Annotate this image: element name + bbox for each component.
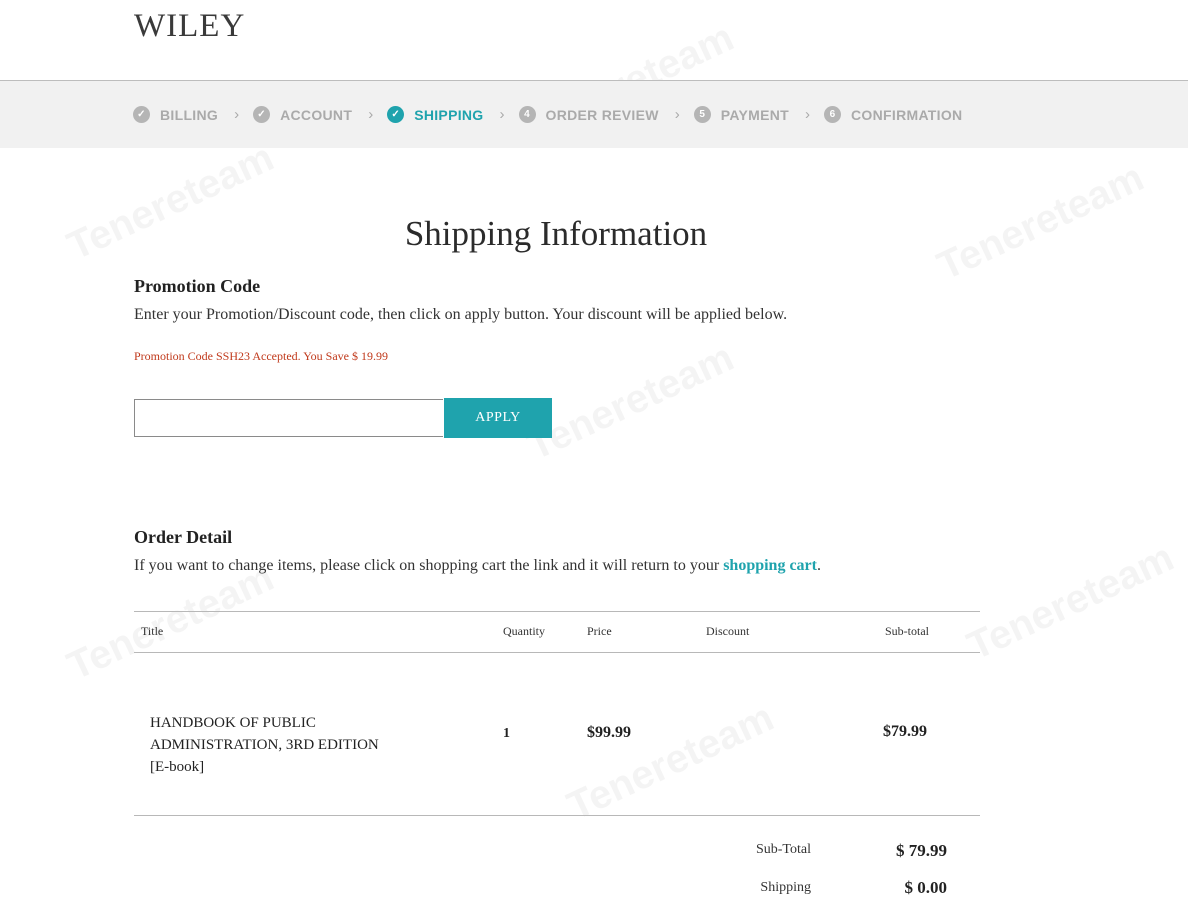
step-billing[interactable]: ✓ BILLING	[133, 106, 218, 123]
table-header-border	[134, 652, 980, 653]
check-circle-icon: ✓	[387, 106, 405, 123]
promo-code-input[interactable]	[134, 399, 443, 437]
table-top-border	[134, 611, 980, 612]
watermark: Tenereteam	[561, 695, 781, 829]
item-quantity: 1	[503, 726, 510, 741]
wiley-logo[interactable]: WILEY	[134, 8, 245, 45]
subtotal-value: $ 79.99	[896, 841, 947, 860]
step-order-review: 4 ORDER REVIEW	[518, 106, 659, 123]
step-confirmation: 6 CONFIRMATION	[824, 106, 962, 123]
column-header-subtotal: Sub-total	[885, 624, 929, 638]
chevron-right-icon: ›	[499, 106, 505, 123]
shopping-cart-link[interactable]: shopping cart	[723, 557, 817, 574]
chevron-right-icon: ›	[674, 106, 680, 123]
subtotal-label: Sub-Total	[755, 842, 811, 857]
order-detail-heading: Order Detail	[134, 527, 233, 547]
step-number-icon: 6	[824, 106, 842, 123]
column-header-title: Title	[141, 624, 164, 638]
column-header-price: Price	[587, 624, 612, 638]
column-header-discount: Discount	[706, 624, 750, 638]
step-label: BILLING	[160, 106, 219, 123]
step-account[interactable]: ✓ ACCOUNT	[253, 106, 352, 123]
step-payment: 5 PAYMENT	[693, 106, 790, 123]
item-format: [E-book]	[150, 759, 205, 775]
check-circle-icon: ✓	[133, 106, 150, 123]
shipping-value: $ 0.00	[904, 878, 948, 897]
promotion-heading: Promotion Code	[134, 276, 261, 296]
order-description-text: If you want to change items, please clic…	[134, 557, 724, 574]
order-detail-description: If you want to change items, please clic…	[134, 557, 821, 575]
watermark: Tenereteam	[521, 335, 741, 469]
chevron-right-icon: ›	[234, 106, 240, 123]
watermark: Tenereteam	[61, 555, 281, 689]
step-label: PAYMENT	[720, 106, 790, 123]
step-label: ORDER REVIEW	[545, 106, 659, 123]
step-number-icon: 5	[693, 106, 711, 123]
step-label: CONFIRMATION	[851, 106, 963, 123]
item-title: HANDBOOK OF PUBLIC ADMINISTRATION, 3RD E…	[150, 712, 420, 778]
check-circle-icon: ✓	[253, 106, 271, 123]
column-header-quantity: Quantity	[503, 624, 545, 638]
promotion-success-message: Promotion Code SSH23 Accepted. You Save …	[134, 349, 389, 363]
item-title-line: HANDBOOK OF PUBLIC	[150, 715, 316, 731]
page-title: Shipping Information	[404, 214, 708, 253]
apply-button[interactable]: APPLY	[444, 398, 552, 438]
step-label: SHIPPING	[414, 106, 484, 123]
chevron-right-icon: ›	[368, 106, 374, 123]
item-title-line: ADMINISTRATION, 3RD EDITION	[150, 737, 379, 753]
order-description-end: .	[816, 557, 821, 574]
watermark: Tenereteam	[961, 535, 1181, 669]
step-number-icon: 4	[518, 106, 536, 123]
chevron-right-icon: ›	[805, 106, 811, 123]
item-subtotal: $79.99	[883, 723, 927, 740]
item-price: $99.99	[587, 724, 631, 741]
table-bottom-border	[134, 815, 980, 816]
promotion-description: Enter your Promotion/Discount code, then…	[134, 306, 788, 323]
shipping-label: Shipping	[760, 880, 811, 895]
checkout-progress-bar: ✓ BILLING › ✓ ACCOUNT › ✓ SHIPPING › 4 O…	[0, 81, 1188, 148]
step-shipping: ✓ SHIPPING	[387, 106, 483, 123]
step-label: ACCOUNT	[280, 106, 353, 123]
